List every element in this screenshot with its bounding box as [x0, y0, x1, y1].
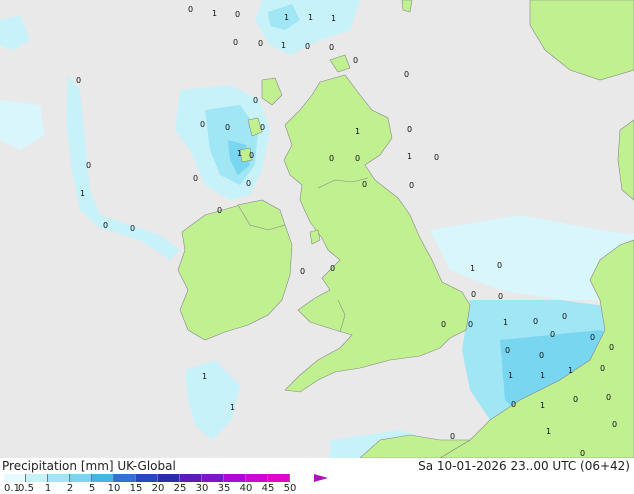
- precip-value-label: 0: [200, 120, 206, 129]
- precip-value-label: 0: [188, 5, 194, 14]
- precip-value-label: 0: [539, 351, 545, 360]
- precip-value-label: 1: [80, 189, 86, 198]
- precip-value-label: 1: [202, 372, 208, 381]
- scale-segment: [202, 474, 224, 482]
- precip-value-label: 0: [550, 330, 556, 339]
- scale-tick-label: 5: [88, 483, 96, 494]
- precip-value-label: 0: [246, 179, 252, 188]
- precip-value-label: 0: [249, 151, 255, 160]
- precip-value-label: 0: [353, 56, 359, 65]
- scale-segment: [26, 474, 48, 482]
- precip-value-label: 0: [612, 420, 618, 429]
- map-title: Precipitation [mm] UK-Global: [2, 459, 176, 473]
- precip-value-label: 0: [497, 261, 503, 270]
- precip-value-label: 1: [331, 14, 337, 23]
- precip-value-label: 1: [281, 41, 287, 50]
- scale-tick-label: 0.5: [18, 483, 34, 494]
- scale-tick-label: 1: [44, 483, 52, 494]
- scale-segment: [92, 474, 114, 482]
- precip-value-label: 0: [193, 174, 199, 183]
- scale-tick-label: 45: [261, 483, 275, 494]
- precip-value-label: 0: [235, 10, 241, 19]
- scale-tick-label: 35: [217, 483, 231, 494]
- precip-value-label: 0: [434, 153, 440, 162]
- precip-value-label: 0: [562, 312, 568, 321]
- precip-value-label: 0: [409, 181, 415, 190]
- precip-value-label: 0: [471, 290, 477, 299]
- precip-value-label: 0: [606, 393, 612, 402]
- precip-value-label: 1: [355, 127, 361, 136]
- precip-value-label: 0: [600, 364, 606, 373]
- scale-tick-label: 20: [151, 483, 165, 494]
- precip-value-label: 0: [76, 76, 82, 85]
- footer: Precipitation [mm] UK-Global Sa 10-01-20…: [0, 458, 634, 494]
- scale-tick-label: 40: [239, 483, 253, 494]
- valid-time: Sa 10-01-2026 23..00 UTC (06+42): [418, 459, 630, 473]
- precip-value-label: 0: [130, 224, 136, 233]
- precip-value-label: 0: [86, 161, 92, 170]
- precip-value-label: 0: [330, 264, 336, 273]
- precip-value-label: 0: [329, 154, 335, 163]
- precip-value-label: 0: [355, 154, 361, 163]
- precip-value-label: 1: [540, 371, 546, 380]
- precip-value-label: 0: [609, 343, 615, 352]
- precip-value-label: 1: [540, 401, 546, 410]
- precip-value-label: 0: [407, 125, 413, 134]
- precip-value-label: 0: [450, 432, 456, 441]
- precip-value-label: 0: [468, 320, 474, 329]
- precip-value-label: 0: [329, 43, 335, 52]
- scale-tick-label: 10: [107, 483, 121, 494]
- precip-value-label: 0: [533, 317, 539, 326]
- precip-value-label: 1: [508, 371, 514, 380]
- precip-value-label: 1: [230, 403, 236, 412]
- scale-tick-label: 25: [173, 483, 187, 494]
- shetland: [401, 0, 413, 13]
- scale-segment: [246, 474, 268, 482]
- scale-tick-label: 2: [66, 483, 74, 494]
- color-scale: [4, 474, 290, 482]
- precip-value-label: 1: [212, 9, 218, 18]
- scale-segment: [48, 474, 70, 482]
- precip-value-label: 0: [590, 333, 596, 342]
- map-canvas: [0, 0, 634, 458]
- scale-segment: [70, 474, 92, 482]
- precipitation-map[interactable]: 0101110010000000001010001000001000010000…: [0, 0, 634, 458]
- scale-arrow-icon: [314, 474, 328, 482]
- scale-segment: [158, 474, 180, 482]
- scale-segment: [114, 474, 136, 482]
- precip-value-label: 0: [217, 206, 223, 215]
- scale-segment: [180, 474, 202, 482]
- precip-value-label: 0: [511, 400, 517, 409]
- scale-tick-label: 50: [283, 483, 297, 494]
- precip-value-label: 0: [441, 320, 447, 329]
- precip-value-label: 1: [470, 264, 476, 273]
- precip-value-label: 0: [103, 221, 109, 230]
- precip-value-label: 0: [498, 292, 504, 301]
- precip-value-label: 0: [260, 123, 266, 132]
- precip-value-label: 1: [503, 318, 509, 327]
- scale-tick-label: 30: [195, 483, 209, 494]
- precip-value-label: 0: [253, 96, 259, 105]
- scale-tick-label: 15: [129, 483, 143, 494]
- precip-value-label: 1: [237, 149, 243, 158]
- precip-value-label: 0: [573, 395, 579, 404]
- precip-value-label: 0: [300, 267, 306, 276]
- scale-segment: [224, 474, 246, 482]
- precip-value-label: 1: [308, 13, 314, 22]
- precip-value-label: 0: [225, 123, 231, 132]
- scale-segment: [4, 474, 26, 482]
- precip-value-label: 0: [362, 180, 368, 189]
- scale-segment: [136, 474, 158, 482]
- scale-segment: [268, 474, 290, 482]
- precip-value-label: 0: [580, 449, 586, 458]
- precip-value-label: 0: [404, 70, 410, 79]
- precip-value-label: 1: [407, 152, 413, 161]
- precip-value-label: 1: [284, 13, 290, 22]
- precip-value-label: 0: [233, 38, 239, 47]
- precip-value-label: 0: [305, 42, 311, 51]
- precip-value-label: 0: [505, 346, 511, 355]
- precip-value-label: 1: [546, 427, 552, 436]
- precip-value-label: 1: [568, 366, 574, 375]
- precip-value-label: 0: [258, 39, 264, 48]
